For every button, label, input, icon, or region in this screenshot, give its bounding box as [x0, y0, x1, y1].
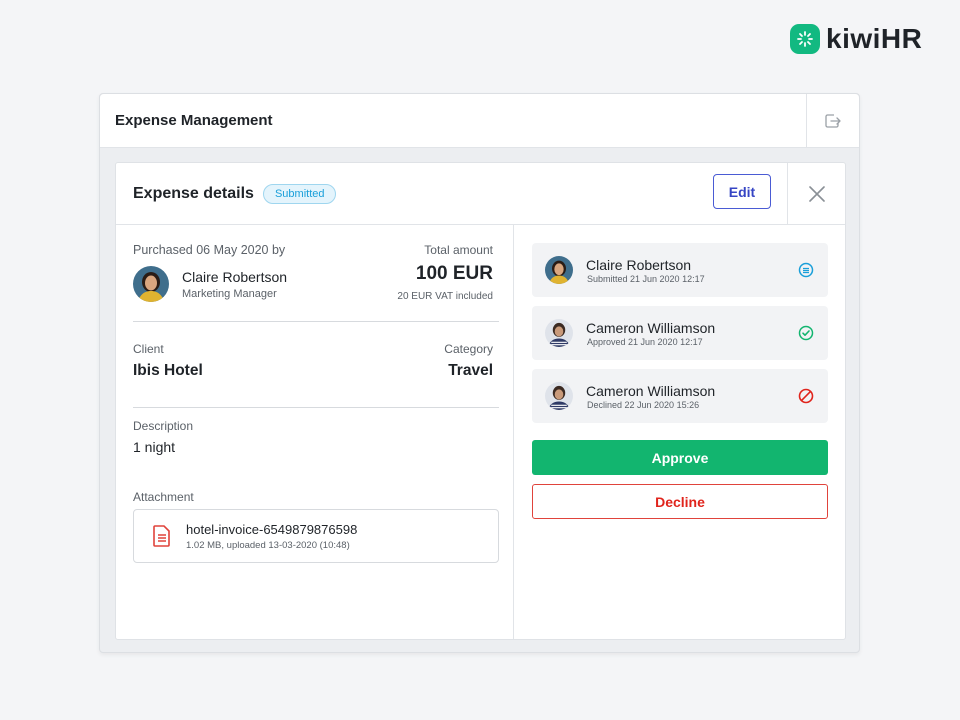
- description-value: 1 night: [133, 439, 176, 455]
- kiwihr-logo: kiwiHR: [790, 24, 922, 54]
- avatar: [133, 266, 169, 302]
- prohibited-icon: [798, 388, 814, 404]
- attachment-label: Attachment: [133, 490, 194, 504]
- buyer-role: Marketing Manager: [182, 287, 277, 300]
- category-value: Travel: [448, 362, 493, 379]
- approval-meta: Approved 21 Jun 2020 12:17: [587, 336, 703, 347]
- panel-header: Expense details Submitted Edit: [116, 163, 845, 225]
- close-button[interactable]: [787, 163, 845, 224]
- pdf-file-icon: [153, 525, 170, 547]
- logo-text: kiwiHR: [826, 23, 923, 54]
- approval-item: Claire Robertson Submitted 21 Jun 2020 1…: [532, 243, 828, 297]
- expense-management-window: Expense Management Expense details Submi…: [99, 93, 860, 653]
- vat-note: 20 EUR VAT included: [397, 291, 493, 302]
- client-label: Client: [133, 342, 164, 356]
- approval-item: Cameron Williamson Approved 21 Jun 2020 …: [532, 306, 828, 360]
- divider: [133, 321, 499, 322]
- submitted-icon: [798, 262, 814, 278]
- approval-timeline: Claire Robertson Submitted 21 Jun 2020 1…: [515, 225, 845, 639]
- purchased-label: Purchased 06 May 2020 by: [133, 243, 286, 257]
- attachment-file[interactable]: hotel-invoice-6549879876598 1.02 MB, upl…: [133, 509, 499, 563]
- approval-meta: Declined 22 Jun 2020 15:26: [587, 399, 700, 410]
- avatar: [545, 382, 573, 410]
- buyer-name: Claire Robertson: [182, 268, 288, 285]
- total-amount: 100 EUR: [415, 263, 493, 284]
- expense-info: Purchased 06 May 2020 by Total amount 10…: [116, 225, 514, 639]
- check-circle-icon: [798, 325, 814, 341]
- panel-title: Expense details: [133, 184, 254, 202]
- decline-button[interactable]: Decline: [532, 484, 828, 519]
- approver-name: Cameron Williamson: [586, 382, 716, 399]
- approval-meta: Submitted 21 Jun 2020 12:17: [587, 273, 705, 284]
- approver-name: Cameron Williamson: [586, 319, 716, 336]
- avatar: [545, 319, 573, 347]
- export-icon: [825, 113, 841, 128]
- edit-button[interactable]: Edit: [713, 174, 771, 209]
- buyer: Claire Robertson Marketing Manager: [133, 266, 287, 302]
- approval-item: Cameron Williamson Declined 22 Jun 2020 …: [532, 369, 828, 423]
- expense-details-panel: Expense details Submitted Edit Purchased…: [115, 162, 846, 640]
- status-badge: Submitted: [262, 183, 337, 204]
- kiwi-logo-icon: [790, 24, 820, 54]
- divider: [133, 407, 499, 408]
- window-title: Expense Management: [115, 112, 273, 129]
- description-label: Description: [133, 419, 194, 433]
- approver-name: Claire Robertson: [586, 256, 692, 273]
- window-header: Expense Management: [100, 94, 859, 148]
- attachment-name: hotel-invoice-6549879876598: [186, 521, 358, 537]
- approve-button[interactable]: Approve: [532, 440, 828, 475]
- avatar: [545, 256, 573, 284]
- total-amount-label: Total amount: [424, 243, 493, 257]
- category-label: Category: [444, 342, 493, 356]
- attachment-meta: 1.02 MB, uploaded 13-03-2020 (10:48): [186, 539, 350, 551]
- export-button[interactable]: [806, 94, 859, 147]
- close-icon: [808, 185, 825, 202]
- client-value: Ibis Hotel: [133, 362, 203, 379]
